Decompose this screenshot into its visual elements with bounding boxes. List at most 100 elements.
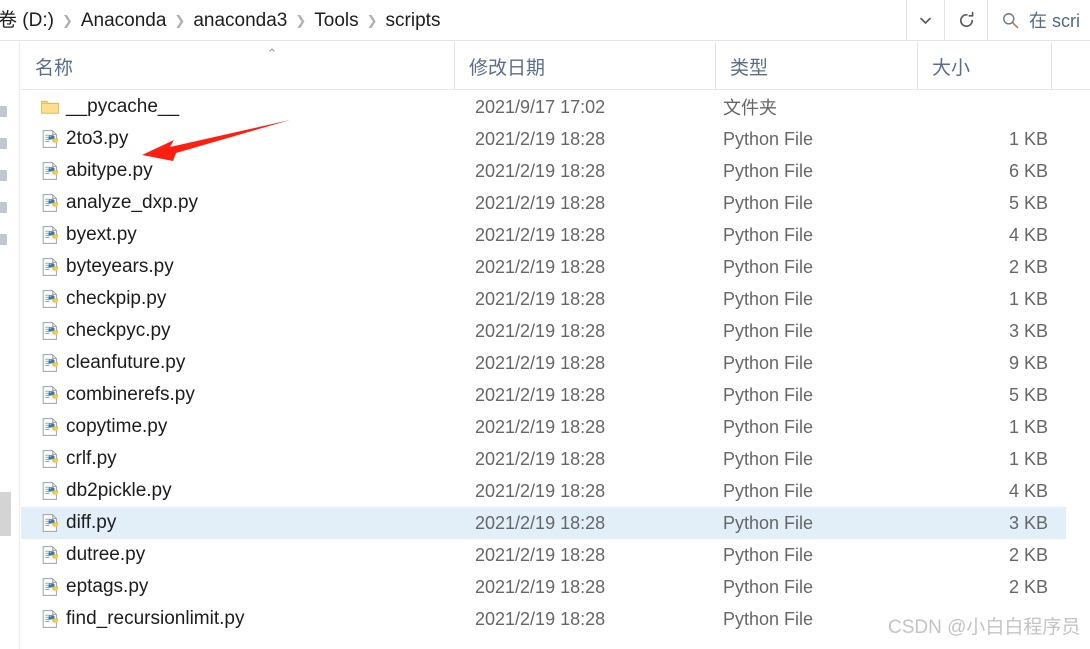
table-row[interactable]: cleanfuture.py 2021/2/19 18:28 Python File… [21, 347, 1066, 379]
chevron-down-icon [918, 13, 933, 28]
column-header-date[interactable]: 修改日期 [454, 42, 715, 90]
breadcrumb-item[interactable]: anaconda3 [189, 8, 291, 34]
python-file-icon [40, 321, 60, 341]
file-name-cell: db2pickle.py [66, 475, 172, 507]
table-row[interactable]: byext.py2021/2/19 18:28Python File4 KB [21, 219, 1066, 251]
file-size-cell: 2 KB [901, 571, 1048, 603]
file-name-cell: 2to3.py [66, 123, 128, 155]
table-row[interactable]: byteyears.py 2021/2/19 18:28 Python File 2 … [21, 251, 1066, 283]
scrollbar-thumb[interactable] [0, 492, 11, 536]
file-type-cell: Python File [723, 475, 813, 507]
column-header-date-label: 修改日期 [469, 53, 545, 80]
file-size-cell [901, 91, 1048, 123]
file-size-cell: 1 KB [901, 123, 1048, 155]
table-row[interactable]: db2pickle.py2021/2/19 18:28Python File4 … [21, 475, 1066, 507]
file-list[interactable]: __pycache__2021/9/17 17:02文件夹2to3.py2021… [21, 91, 1090, 649]
file-type-cell: Python File [723, 283, 813, 315]
refresh-button[interactable] [944, 0, 988, 41]
file-date-cell: 2021/9/17 17:02 [475, 91, 605, 123]
search-box[interactable]: 在 scri [992, 0, 1090, 41]
folder-icon [40, 97, 60, 117]
csdn-watermark: CSDN @小白白程序员 [888, 612, 1080, 639]
column-header-size[interactable]: 大小 [917, 42, 1051, 90]
table-row[interactable]: combinerefs.py2021/2/19 18:28Python File… [21, 379, 1066, 411]
breadcrumb-separator-icon: ❯ [291, 10, 310, 32]
file-type-cell: Python File [723, 123, 813, 155]
table-row[interactable]: diff.py 2021/2/19 18:28 Python File 3 KB [21, 507, 1066, 539]
file-date-cell: 2021/2/19 18:28 [475, 539, 605, 571]
table-row[interactable]: __pycache__2021/9/17 17:02文件夹 [21, 91, 1066, 123]
table-row[interactable]: checkpyc.py2021/2/19 18:28Python File3 K… [21, 315, 1066, 347]
file-size-cell: 6 KB [901, 155, 1048, 187]
file-type-cell: Python File [723, 315, 813, 347]
file-size-cell: 4 KB [901, 219, 1048, 251]
table-row[interactable]: checkpip.py2021/2/19 18:28Python File1 K… [21, 283, 1066, 315]
python-file-icon [40, 289, 60, 309]
file-size-cell: 1 KB [901, 411, 1048, 443]
file-name-cell: checkpip.py [66, 283, 166, 315]
file-date-cell: 2021/2/19 18:28 [475, 283, 605, 315]
file-name-cell: copytime.py [66, 411, 167, 443]
file-type-cell: Python File [723, 251, 813, 283]
python-file-icon [40, 225, 60, 245]
file-name-cell: cleanfuture.py [66, 347, 185, 379]
file-explorer-window: 卷 (D:)❯Anaconda❯anaconda3❯Tools❯scripts … [0, 0, 1090, 649]
navigation-pane [0, 42, 20, 649]
table-row[interactable]: dutree.py2021/2/19 18:28Python File2 KB [21, 539, 1066, 571]
file-date-cell: 2021/2/19 18:28 [475, 251, 605, 283]
breadcrumb-item[interactable]: Anaconda [77, 8, 171, 34]
navigation-scrollbar[interactable] [0, 42, 11, 649]
file-size-cell: 5 KB [901, 187, 1048, 219]
breadcrumb: 卷 (D:)❯Anaconda❯anaconda3❯Tools❯scripts [0, 0, 444, 41]
breadcrumb-item[interactable]: scripts [382, 8, 445, 34]
search-input-text: 在 scri [1029, 10, 1080, 32]
table-row[interactable]: analyze_dxp.py2021/2/19 18:28Python File… [21, 187, 1066, 219]
python-file-icon [40, 353, 60, 373]
breadcrumb-separator-icon: ❯ [363, 10, 382, 32]
python-file-icon [40, 129, 60, 149]
file-date-cell: 2021/2/19 18:28 [475, 571, 605, 603]
address-dropdown-button[interactable] [906, 0, 944, 41]
breadcrumb-item[interactable]: 卷 (D:) [0, 8, 58, 34]
file-date-cell: 2021/2/19 18:28 [475, 347, 605, 379]
python-file-icon [40, 257, 60, 277]
python-file-icon [40, 385, 60, 405]
table-row[interactable]: 2to3.py2021/2/19 18:28Python File1 KB [21, 123, 1066, 155]
file-size-cell: 9 KB [901, 347, 1048, 379]
file-date-cell: 2021/2/19 18:28 [475, 155, 605, 187]
file-name-cell: diff.py [66, 507, 116, 539]
file-type-cell: Python File [723, 347, 813, 379]
python-file-icon [40, 161, 60, 181]
file-name-cell: __pycache__ [66, 91, 179, 123]
python-file-icon [40, 449, 60, 469]
file-size-cell: 2 KB [901, 251, 1048, 283]
file-name-cell: find_recursionlimit.py [66, 603, 244, 635]
python-file-icon [40, 609, 60, 629]
table-row[interactable]: crlf.py2021/2/19 18:28Python File1 KB [21, 443, 1066, 475]
file-name-cell: byteyears.py [66, 251, 174, 283]
column-header-overflow[interactable] [1051, 42, 1090, 90]
file-date-cell: 2021/2/19 18:28 [475, 507, 605, 539]
breadcrumb-item[interactable]: Tools [310, 8, 362, 34]
table-row[interactable]: abitype.py2021/2/19 18:28Python File6 KB [21, 155, 1066, 187]
file-size-cell: 3 KB [901, 507, 1048, 539]
column-header-type[interactable]: 类型 [715, 42, 917, 90]
column-header-name[interactable]: 名称 [21, 42, 454, 90]
python-file-icon [40, 449, 60, 469]
python-file-icon [40, 513, 60, 533]
table-row[interactable]: copytime.py2021/2/19 18:28Python File1 K… [21, 411, 1066, 443]
file-type-cell: Python File [723, 443, 813, 475]
python-file-icon [40, 481, 60, 501]
file-date-cell: 2021/2/19 18:28 [475, 219, 605, 251]
file-date-cell: 2021/2/19 18:28 [475, 475, 605, 507]
python-file-icon [40, 545, 60, 565]
table-row[interactable]: eptags.py2021/2/19 18:28Python File2 KB [21, 571, 1066, 603]
column-header-row: 名称 ⌃ 修改日期 类型 大小 [21, 42, 1090, 90]
column-header-name-label: 名称 [35, 53, 73, 80]
python-file-icon [40, 129, 60, 149]
file-type-cell: Python File [723, 507, 813, 539]
file-date-cell: 2021/2/19 18:28 [475, 411, 605, 443]
file-name-cell: abitype.py [66, 155, 153, 187]
file-size-cell: 3 KB [901, 315, 1048, 347]
file-name-cell: dutree.py [66, 539, 145, 571]
